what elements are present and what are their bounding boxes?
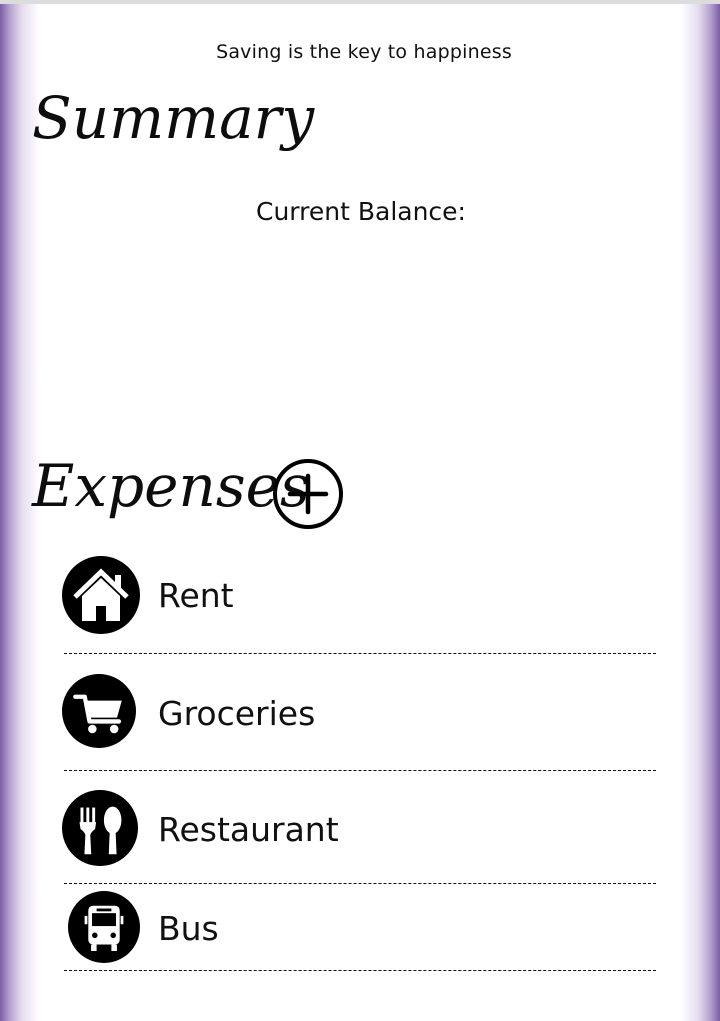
summary-title: Summary xyxy=(32,84,315,152)
tagline: Saving is the key to happiness xyxy=(216,41,512,63)
fork-spoon-icon xyxy=(62,790,138,866)
expense-item-restaurant[interactable]: Restaurant xyxy=(60,790,660,870)
house-icon xyxy=(62,556,140,634)
current-balance-label: Current Balance: xyxy=(256,197,466,226)
expense-item-groceries[interactable]: Groceries xyxy=(60,674,660,754)
divider xyxy=(64,883,656,884)
expense-item-label: Bus xyxy=(158,909,219,948)
expense-item-bus[interactable]: Bus xyxy=(60,891,660,971)
shopping-cart-icon xyxy=(62,674,136,748)
expense-item-label: Restaurant xyxy=(158,810,339,849)
expense-item-label: Groceries xyxy=(158,694,316,733)
divider xyxy=(64,970,656,971)
bus-icon xyxy=(68,891,140,963)
add-expense-button[interactable] xyxy=(272,458,344,530)
expense-item-label: Rent xyxy=(158,576,234,615)
expenses-title: Expenses xyxy=(32,452,310,520)
plus-circle-icon xyxy=(273,459,343,529)
expense-item-rent[interactable]: Rent xyxy=(60,556,660,636)
divider xyxy=(64,653,656,654)
divider xyxy=(64,770,656,771)
